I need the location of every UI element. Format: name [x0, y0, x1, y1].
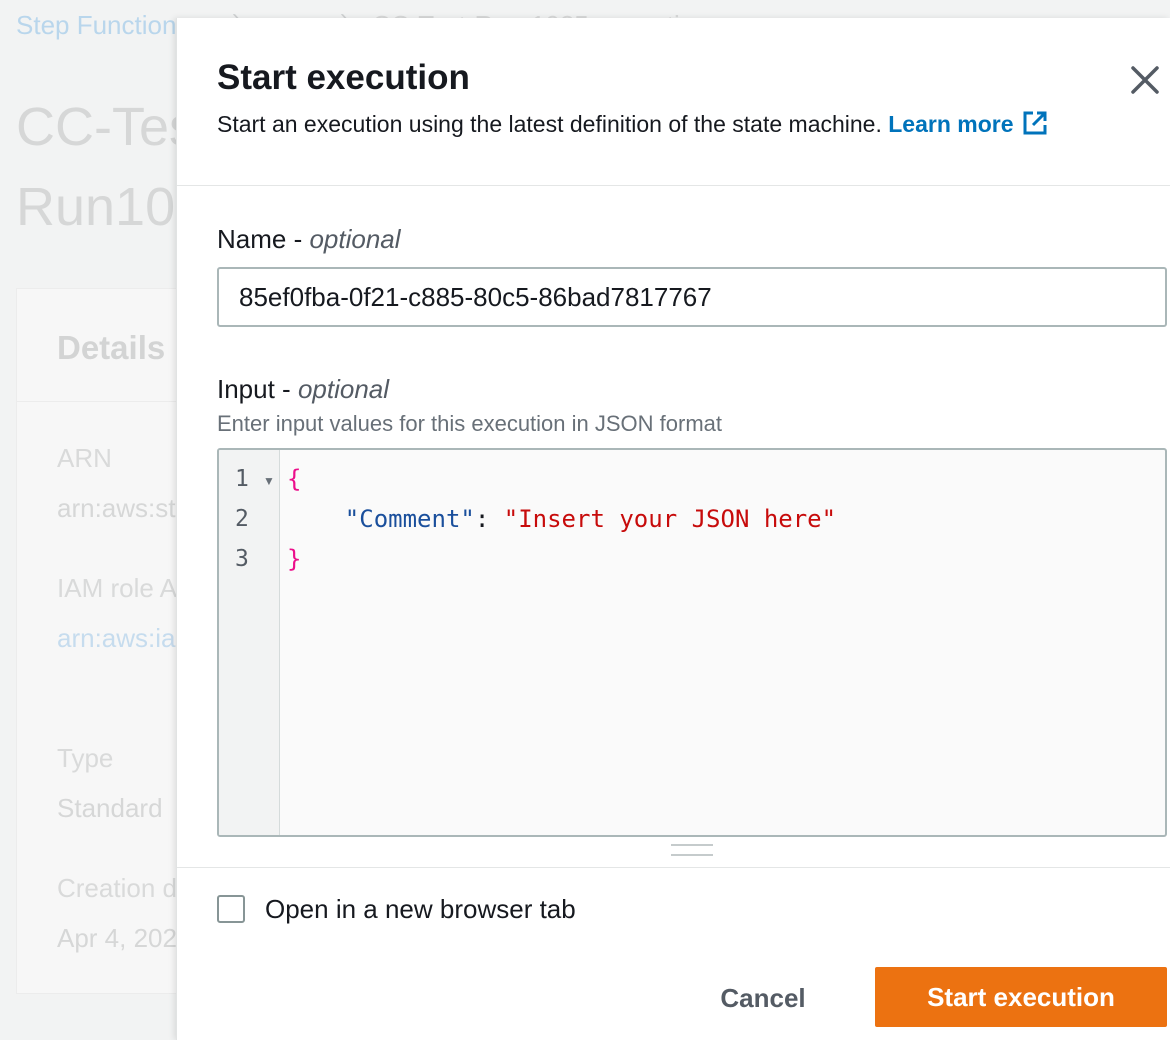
line-number: 3 — [235, 546, 249, 572]
start-execution-modal: Start execution Start an execution using… — [176, 18, 1170, 1040]
fold-arrow-icon[interactable]: ▼ — [263, 474, 275, 488]
input-label-optional: optional — [297, 374, 390, 404]
type-label: Type — [57, 743, 114, 773]
footer-divider — [177, 867, 1170, 868]
modal-title: Start execution — [217, 58, 470, 97]
json-open-brace: { — [287, 465, 302, 493]
name-label-text: Name - — [217, 224, 310, 254]
modal-description-text: Start an execution using the latest defi… — [217, 111, 882, 137]
breadcrumb-root[interactable]: Step Functions — [16, 10, 189, 41]
learn-more-link[interactable]: Learn more — [888, 111, 1047, 137]
json-close-brace: } — [287, 545, 302, 573]
creation-date-value: Apr 4, 2023 — [57, 923, 192, 953]
editor-resize-handle[interactable] — [671, 844, 713, 858]
close-icon — [1131, 66, 1159, 94]
code-line-1: { — [287, 465, 301, 493]
cancel-button[interactable]: Cancel — [693, 968, 833, 1028]
name-label-optional: optional — [309, 224, 401, 254]
learn-more-label: Learn more — [888, 111, 1014, 137]
start-execution-button[interactable]: Start execution — [875, 967, 1167, 1027]
new-browser-tab-label[interactable]: Open in a new browser tab — [265, 894, 576, 925]
modal-description: Start an execution using the latest defi… — [217, 110, 1048, 138]
line-number: 1 — [235, 466, 249, 492]
details-heading: Details — [57, 329, 166, 366]
name-input[interactable] — [217, 267, 1167, 327]
modal-header: Start execution Start an execution using… — [177, 18, 1170, 186]
external-link-icon — [1023, 111, 1047, 135]
line-number: 2 — [235, 506, 249, 532]
code-line-2: "Comment": "Insert your JSON here" — [287, 505, 836, 533]
new-browser-tab-checkbox[interactable] — [217, 895, 245, 923]
close-button[interactable] — [1127, 62, 1163, 98]
json-code-editor[interactable]: 1 ▼ 2 3 { "Comment": "Insert your JSON h… — [217, 448, 1167, 837]
editor-gutter: 1 ▼ 2 3 — [219, 450, 280, 835]
code-line-3: } — [287, 545, 301, 573]
json-colon: : — [474, 505, 504, 533]
input-label-text: Input - — [217, 374, 298, 404]
input-field-label: Input - optional — [217, 374, 389, 405]
json-string-value: "Insert your JSON here" — [503, 505, 837, 533]
input-field-description: Enter input values for this execution in… — [217, 411, 723, 436]
arn-label: ARN — [57, 443, 112, 473]
type-value: Standard — [57, 793, 163, 823]
json-key: "Comment" — [344, 505, 475, 533]
name-field-label: Name - optional — [217, 224, 401, 255]
